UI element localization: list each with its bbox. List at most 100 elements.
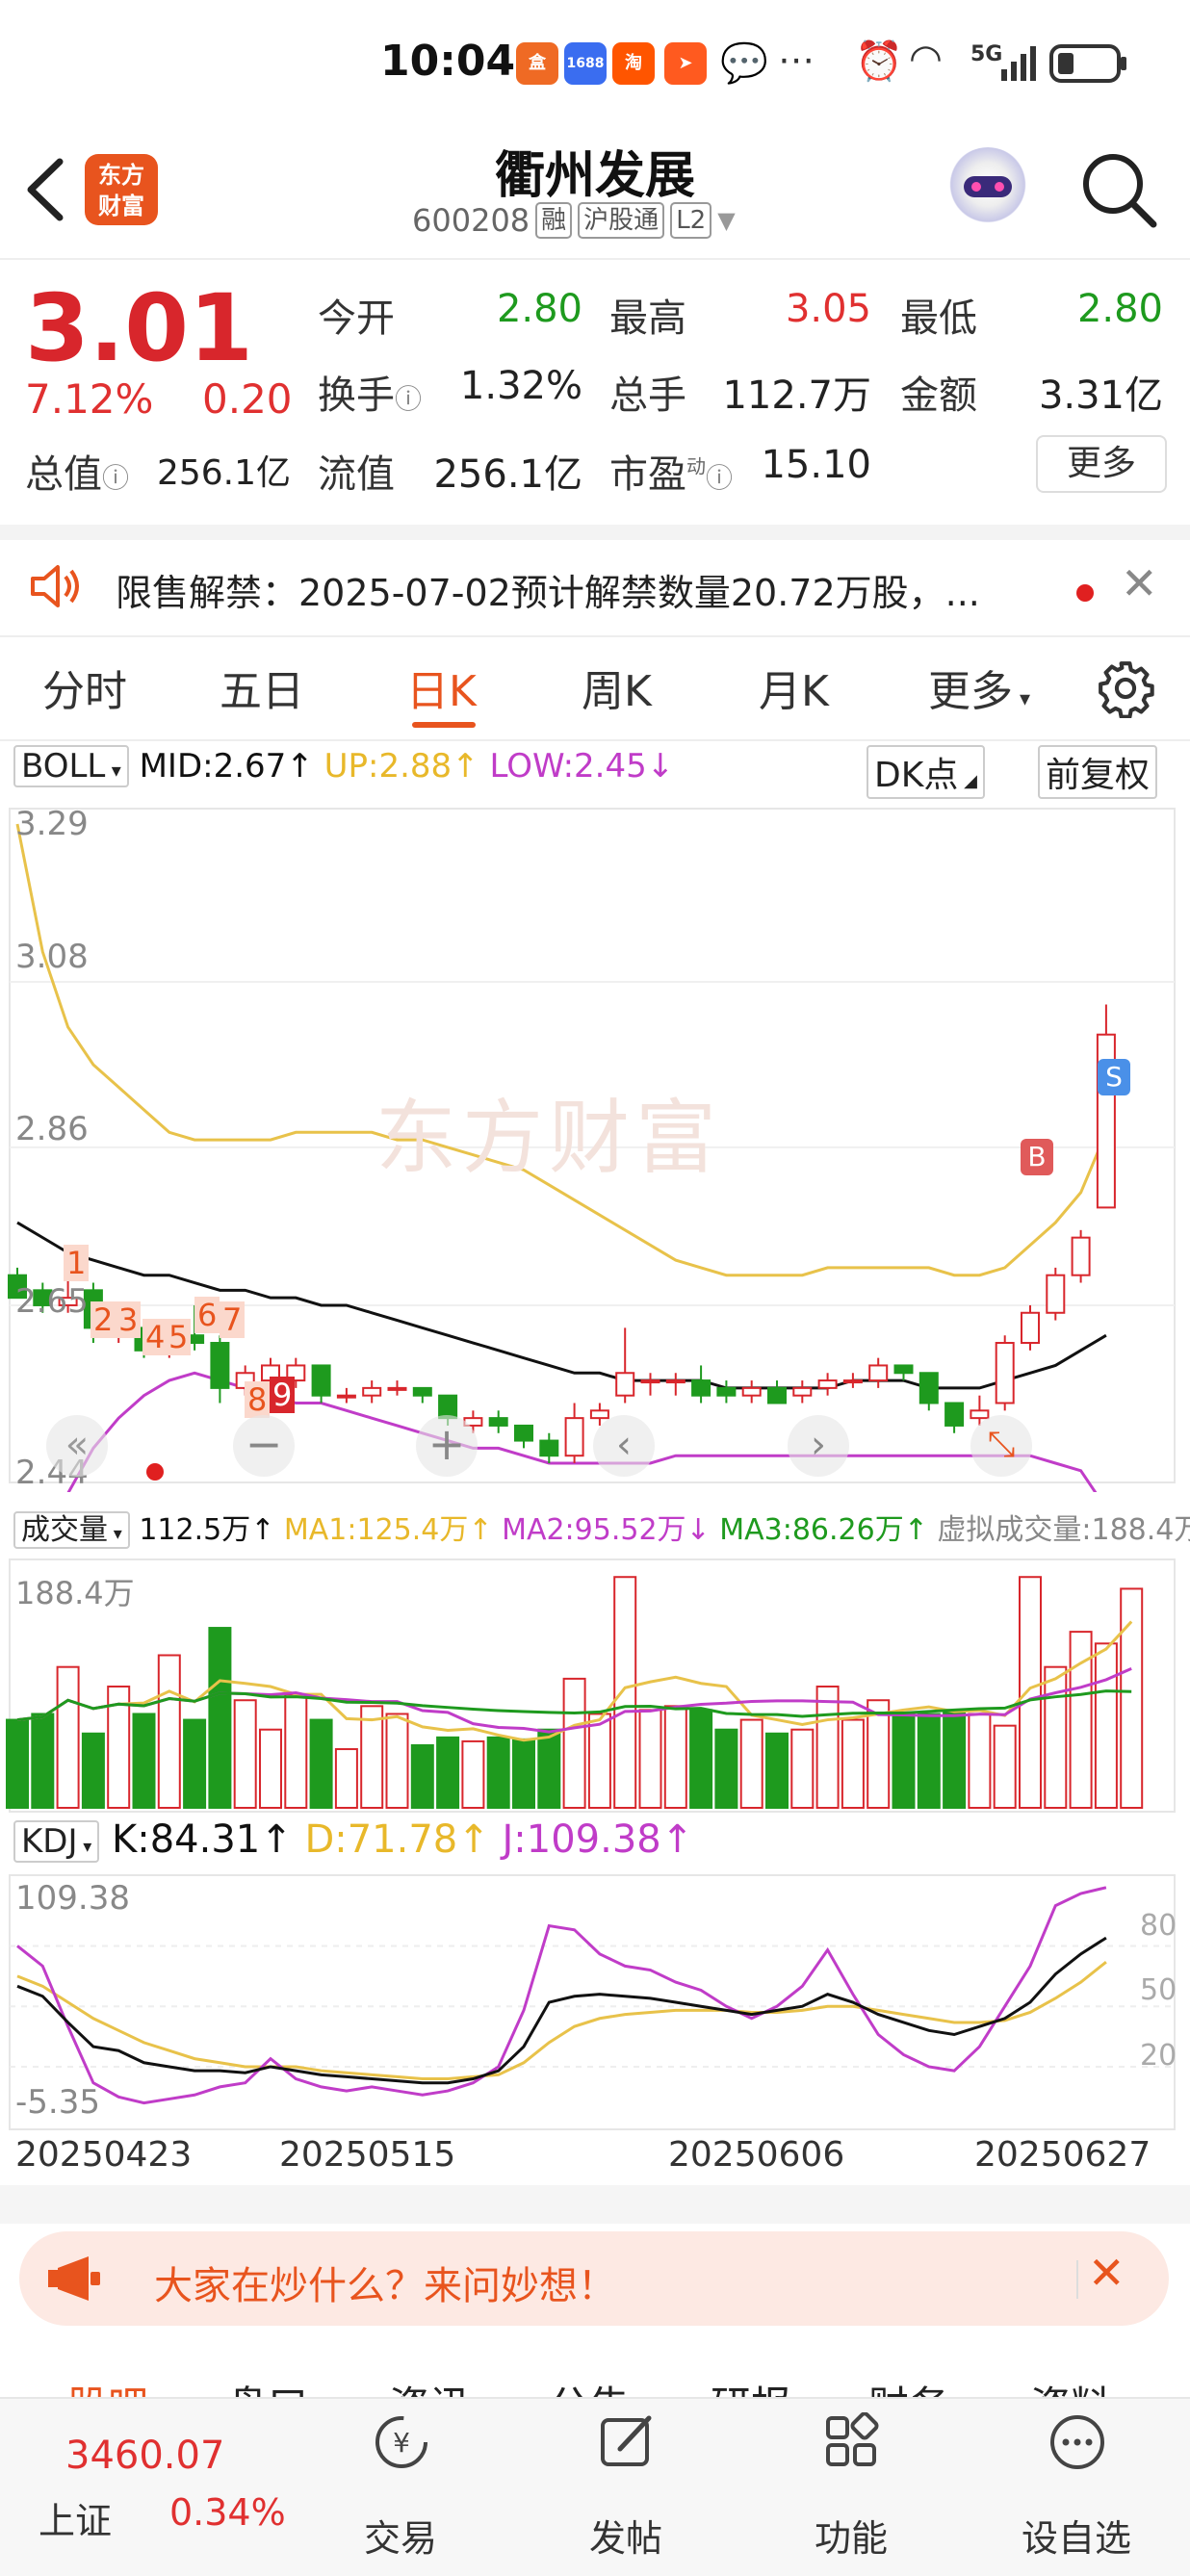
info-tab-orderbook[interactable]: 盘口 — [227, 2374, 308, 2397]
index-ticker[interactable]: 3460.07 上证 0.34% — [0, 2399, 308, 2576]
info-tab-finance[interactable]: 财务 — [868, 2374, 949, 2397]
tab-more[interactable]: 更多 ▾ — [928, 657, 1030, 718]
search-icon[interactable] — [1078, 149, 1159, 230]
nav-post[interactable]: 发帖 — [558, 2399, 693, 2576]
tab-monthly-k[interactable]: 月K — [759, 657, 829, 718]
volume-ma1: MA1:125.4万↑ — [283, 1513, 493, 1547]
signal-digit-1: 1 — [64, 1245, 90, 1281]
zoom-in-button[interactable]: + — [416, 1415, 478, 1477]
volume-bar — [1019, 1576, 1042, 1810]
signal-digit-9: 9 — [270, 1377, 296, 1413]
signal-digit-6: 6 — [194, 1297, 220, 1333]
info-tab-news[interactable]: 资讯 — [389, 2374, 470, 2397]
signal-digit-5: 5 — [166, 1319, 192, 1355]
volume-chart[interactable] — [0, 1556, 1190, 1816]
app-1688-icon: 1688 — [564, 42, 607, 85]
kdj-chart[interactable] — [0, 1871, 1190, 2133]
active-tab-indicator — [412, 722, 476, 728]
volume-bar — [360, 1705, 384, 1809]
scroll-left-button[interactable]: ‹ — [593, 1415, 655, 1477]
candle-body — [539, 1439, 559, 1457]
candle-body — [1021, 1311, 1040, 1345]
notice-bar[interactable]: 限售解禁：2025-07-02预计解禁数量20.72万股，... ✕ — [0, 525, 1190, 621]
close-notice-icon[interactable]: ✕ — [1121, 557, 1158, 609]
boll-low: LOW:2.45↓ — [489, 747, 675, 786]
value-high: 3.05 — [785, 287, 871, 331]
info-tabs: 股吧 盘口 资讯 公告 研报 财务 资料 — [0, 2339, 1190, 2397]
zoom-out-button[interactable]: − — [233, 1415, 295, 1477]
label-amount: 金额 — [900, 374, 977, 418]
divider — [0, 258, 1190, 260]
kdj-level-20: 20 — [1140, 2039, 1177, 2073]
more-button-label: 更多 — [1066, 444, 1136, 483]
ai-promo-banner[interactable]: 大家在炒什么？来问妙想！ ✕ — [19, 2231, 1169, 2326]
volume-bar — [81, 1732, 105, 1809]
dk-point-select[interactable]: DK点 ◢ — [867, 745, 985, 799]
nav-functions[interactable]: 功能 — [784, 2399, 918, 2576]
red-dot-indicator — [146, 1463, 164, 1481]
nav-add-watchlist[interactable]: 设自选 — [1009, 2399, 1144, 2576]
stock-code-row[interactable]: 600208 融 沪股通 L2 ▼ — [412, 202, 736, 239]
kdj-indicator-row: KDJ ▾ K:84.31↑ D:71.78↑ J:109.38↑ — [13, 1817, 693, 1863]
price-axis-1: 3.08 — [15, 938, 89, 976]
nav-functions-label: 功能 — [814, 2517, 888, 2560]
volume-bar — [1044, 1665, 1068, 1809]
candle-body — [995, 1342, 1015, 1404]
info-tab-research[interactable]: 研报 — [711, 2374, 791, 2397]
info-tab-announcements[interactable]: 公告 — [549, 2374, 630, 2397]
boll-mid: MID:2.67↑ — [139, 747, 314, 786]
fullscreen-icon[interactable]: ⤡ — [970, 1415, 1032, 1477]
more-notifications-icon: ⋯ — [778, 39, 815, 81]
change-amount: 0.20 — [202, 375, 293, 423]
tab-intraday[interactable]: 分时 — [42, 657, 127, 718]
info-tab-forum[interactable]: 股吧 — [67, 2374, 148, 2397]
nav-trade[interactable]: ¥ 交易 — [333, 2399, 468, 2576]
assistant-robot-icon[interactable] — [946, 147, 1029, 230]
value-volume: 112.7万 — [722, 374, 871, 418]
volume-bar — [1094, 1642, 1118, 1809]
boll-select[interactable]: BOLL ▾ — [13, 745, 129, 787]
kdj-k: K:84.31↑ — [112, 1817, 293, 1862]
gear-icon[interactable] — [1096, 658, 1155, 718]
more-button[interactable]: 更多 — [1036, 435, 1167, 493]
trade-icon: ¥ — [375, 2416, 427, 2468]
volume-bar — [968, 1713, 992, 1810]
volume-bar — [943, 1709, 967, 1809]
volume-bar — [663, 1705, 687, 1809]
volume-bar — [56, 1665, 80, 1809]
volume-select[interactable]: 成交量 ▾ — [13, 1511, 130, 1549]
kdj-select[interactable]: KDJ ▾ — [13, 1820, 100, 1863]
tab-weekly-k[interactable]: 周K — [582, 657, 652, 718]
kdj-level-50: 50 — [1140, 1973, 1177, 2007]
volume-bar — [993, 1724, 1017, 1810]
app-notification-icon: 盒 — [516, 42, 558, 85]
kdj-level-80: 80 — [1140, 1909, 1177, 1943]
index-change: 0.34% — [169, 2491, 286, 2534]
nav-trade-label: 交易 — [363, 2517, 437, 2560]
volume-bar — [638, 1709, 662, 1809]
nav-post-label: 发帖 — [588, 2517, 662, 2560]
tab-five-day[interactable]: 五日 — [220, 657, 304, 718]
scroll-right-button[interactable]: › — [788, 1415, 849, 1477]
volume-bar — [765, 1732, 789, 1809]
volume-axis-max: 188.4万 — [15, 1575, 135, 1611]
wechat-icon: 💬 — [720, 41, 768, 86]
volume-bar — [309, 1718, 333, 1809]
signal-digit-4: 4 — [142, 1319, 168, 1355]
tag-margin: 融 — [535, 202, 573, 239]
candle-body — [868, 1364, 889, 1382]
signal-digit-3: 3 — [116, 1301, 142, 1338]
info-tab-profile[interactable]: 资料 — [1030, 2374, 1111, 2397]
volume-ma3: MA3:86.26万↑ — [719, 1513, 928, 1547]
price-adjust-select[interactable]: 前复权 — [1038, 745, 1158, 799]
label-pe: 市盈动ⓘ — [609, 452, 734, 497]
candle-body — [311, 1364, 331, 1397]
close-banner-icon[interactable]: ✕ — [1088, 2247, 1125, 2299]
tab-daily-k[interactable]: 日K — [406, 657, 477, 718]
candle-body — [970, 1409, 990, 1420]
kdj-d-line — [16, 1961, 1107, 2081]
price-axis-0: 3.29 — [15, 805, 89, 843]
price-axis-3: 2.65 — [15, 1282, 89, 1321]
volume-value: 112.5万↑ — [139, 1513, 275, 1547]
zoom-out-left-button[interactable]: « — [46, 1415, 108, 1477]
